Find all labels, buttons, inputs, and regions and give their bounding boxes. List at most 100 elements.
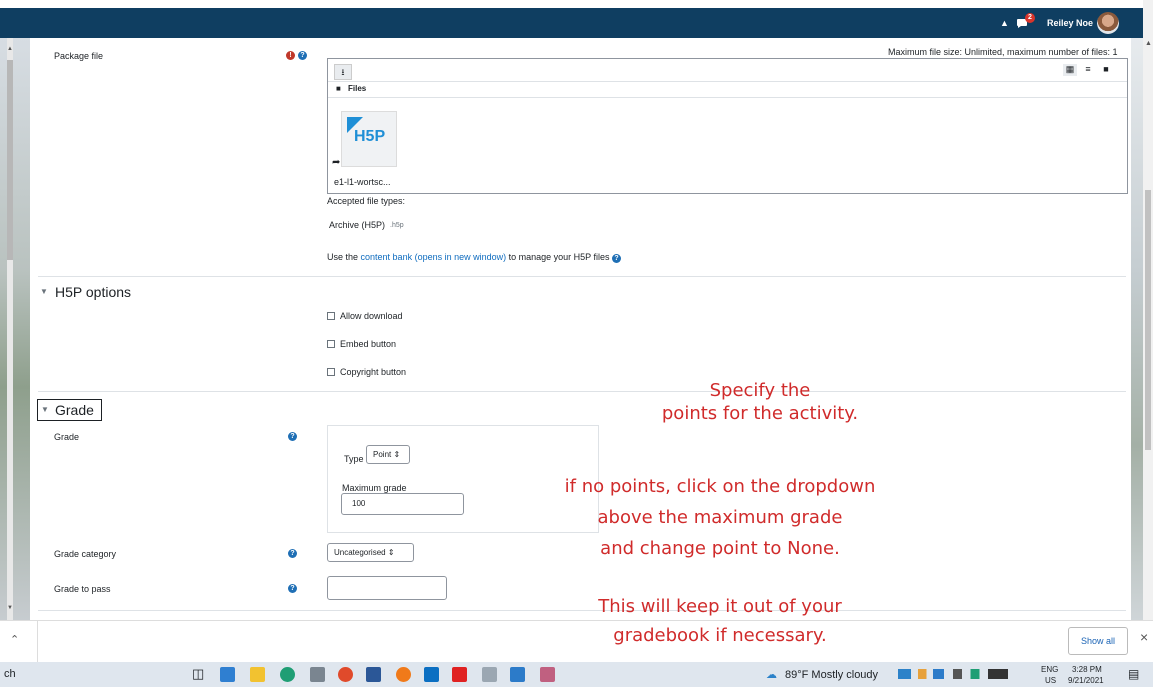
file-manager: ⭳ ▦ ≡ ■ ■ Files H5P ➦ e1-l1-wortsc...: [327, 58, 1128, 194]
annotation-line-6: This will keep it out of your: [598, 596, 842, 617]
grade-label: Grade: [54, 432, 80, 442]
lang-eng[interactable]: ENG: [1041, 665, 1058, 674]
checkbox[interactable]: [327, 368, 335, 376]
grade-to-pass-input[interactable]: [327, 576, 447, 600]
grade-type-select[interactable]: Point ⇕: [366, 445, 410, 464]
task-view-icon[interactable]: ◫: [192, 666, 204, 682]
annotation-line-5: and change point to None.: [600, 538, 840, 559]
page-scrollbar-thumb[interactable]: [1145, 190, 1151, 450]
upload-icon[interactable]: ⭳: [334, 64, 352, 80]
user-name[interactable]: Reiley Noe: [1047, 18, 1093, 28]
chrome-icon[interactable]: [338, 667, 353, 682]
file-explorer-icon[interactable]: [250, 667, 265, 682]
folder-view-icon[interactable]: ■: [1099, 64, 1113, 76]
divider: [37, 621, 38, 663]
type-label: Type: [344, 454, 364, 464]
app-icon[interactable]: [482, 667, 497, 682]
collapse-chevron-icon[interactable]: ▼: [41, 405, 49, 414]
option-label: Embed button: [340, 339, 397, 349]
shortcut-arrow-icon: ➦: [332, 157, 341, 168]
content-bank-suffix: to manage your H5P files: [506, 252, 610, 262]
left-background: [0, 38, 30, 620]
accepted-type: Archive (H5P): [329, 220, 386, 230]
checkbox[interactable]: [327, 312, 335, 320]
grade-section-title: Grade: [55, 402, 94, 418]
search-box-text[interactable]: ch: [4, 668, 16, 680]
firefox-icon[interactable]: [396, 667, 411, 682]
package-file-label: Package file: [54, 51, 104, 61]
accepted-ext: .h5p: [390, 222, 404, 229]
notification-center-icon[interactable]: ▤: [1128, 667, 1139, 681]
avatar[interactable]: [1097, 12, 1119, 34]
max-grade-value: 100: [352, 499, 366, 508]
word-icon[interactable]: [366, 667, 381, 682]
grade-category-label: Grade category: [54, 549, 117, 559]
max-grade-label: Maximum grade: [342, 483, 407, 493]
left-scroll-up-arrow[interactable]: ▲: [7, 46, 13, 52]
copyright-button-option[interactable]: Copyright button: [327, 367, 406, 377]
max-grade-input[interactable]: 100: [341, 493, 464, 515]
accepted-types-label: Accepted file types:: [327, 196, 406, 206]
content-bank-prefix: Use the: [327, 252, 361, 262]
h5p-options-title[interactable]: H5P options: [55, 284, 131, 300]
folder-icon: ■: [336, 84, 341, 93]
divider: [328, 97, 1127, 98]
show-all-button[interactable]: Show all: [1068, 627, 1129, 655]
select-value: Uncategorised: [334, 548, 386, 557]
windows-taskbar: ch ◫ ☁ 89°F Mostly cloudy ENG US 3:28 PM…: [0, 662, 1153, 687]
store-icon[interactable]: [220, 667, 235, 682]
help-icon[interactable]: ?: [298, 51, 307, 60]
close-icon[interactable]: ×: [1140, 629, 1148, 645]
annotation-line-4: above the maximum grade: [597, 507, 843, 528]
embed-button-option[interactable]: Embed button: [327, 339, 396, 349]
grade-section-header[interactable]: ▼ Grade: [37, 399, 102, 421]
weather-text[interactable]: 89°F Mostly cloudy: [785, 669, 878, 681]
collapse-chevron-icon[interactable]: ▼: [40, 287, 48, 296]
help-icon[interactable]: ?: [288, 584, 297, 593]
paint-icon[interactable]: [540, 667, 555, 682]
option-label: Allow download: [340, 311, 403, 321]
edge-icon[interactable]: [280, 667, 295, 682]
scroll-up-arrow[interactable]: ▲: [1145, 40, 1152, 47]
downloads-bar: ⌃ gradebook if necessary. Show all ×: [0, 620, 1153, 663]
allow-download-option[interactable]: Allow download: [327, 311, 403, 321]
list-view-icon[interactable]: ≡: [1081, 64, 1095, 76]
clock-date[interactable]: 9/21/2021: [1068, 676, 1104, 685]
content-bank-text: Use the content bank (opens in new windo…: [327, 252, 622, 263]
help-icon[interactable]: ?: [288, 432, 297, 441]
grid-view-icon[interactable]: ▦: [1063, 64, 1077, 76]
content-bank-link[interactable]: content bank (opens in new window): [361, 252, 507, 262]
required-icon: !: [286, 51, 295, 60]
weather-icon: ☁: [766, 669, 777, 681]
annotation-line-2: points for the activity.: [661, 403, 859, 424]
left-scroll-down-arrow[interactable]: ▼: [7, 605, 13, 611]
outlook-icon[interactable]: [424, 667, 439, 682]
annotation-line-1: Specify the: [709, 380, 811, 401]
file-name[interactable]: e1-l1-wortsc...: [334, 177, 391, 187]
checkbox[interactable]: [327, 340, 335, 348]
annotation-line-7: gradebook if necessary.: [613, 625, 827, 646]
option-label: Copyright button: [340, 367, 407, 377]
left-scrollbar-thumb[interactable]: [7, 60, 13, 260]
bell-icon[interactable]: ▲: [1000, 18, 1009, 28]
help-icon[interactable]: ?: [612, 254, 622, 263]
lang-us[interactable]: US: [1045, 676, 1056, 685]
top-navbar: ▲ 2 Reiley Noe: [0, 8, 1143, 38]
divider: [328, 81, 1127, 82]
clock-time[interactable]: 3:28 PM: [1072, 665, 1102, 674]
grade-to-pass-label: Grade to pass: [54, 584, 111, 594]
annotation-line-3: if no points, click on the dropdown: [564, 476, 876, 497]
notification-badge: 2: [1025, 13, 1035, 23]
grade-category-select[interactable]: Uncategorised ⇕: [327, 543, 414, 562]
select-value: Point: [373, 450, 392, 459]
h5p-file-thumbnail[interactable]: H5P: [341, 111, 397, 167]
chevron-up-icon[interactable]: ⌃: [10, 633, 19, 646]
help-icon[interactable]: ?: [288, 549, 297, 558]
photos-icon[interactable]: [510, 667, 525, 682]
system-tray-icons[interactable]: [898, 669, 1008, 679]
teams-icon[interactable]: [310, 667, 325, 682]
max-file-size-text: Maximum file size: Unlimited, maximum nu…: [888, 47, 1118, 57]
h5p-logo: H5P: [354, 128, 386, 145]
window-top-strip: [0, 0, 1153, 8]
acrobat-icon[interactable]: [452, 667, 467, 682]
